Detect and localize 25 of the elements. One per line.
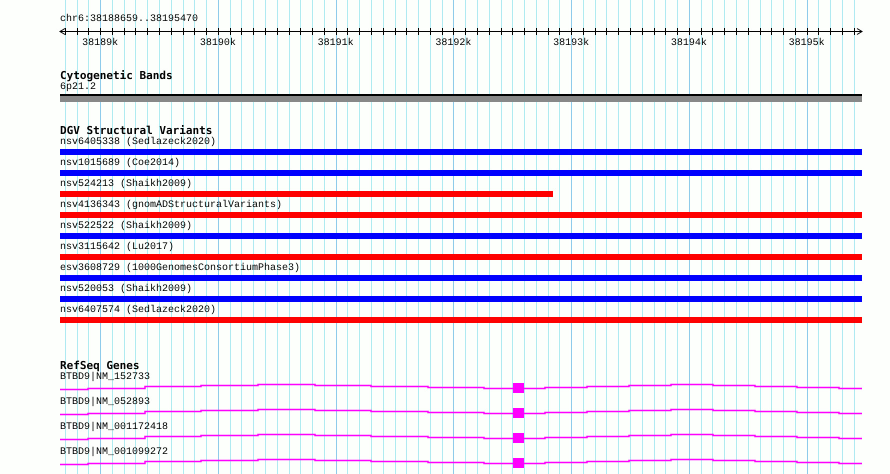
variant-label: nsv524213 (Shaikh2009) [60, 179, 192, 190]
variant-label: nsv522522 (Shaikh2009) [60, 221, 192, 232]
gene-label: BTBD9|NM_001172418 [60, 422, 168, 433]
tick-label: 38195k [788, 38, 825, 49]
tick-label: 38193k [553, 38, 590, 49]
gene-label: BTBD9|NM_052893 [60, 397, 150, 408]
tick-label: 38190k [200, 38, 236, 49]
location-label: chr6:38188659..38195470 [60, 14, 198, 25]
track-title: Cytogenetic Bands [60, 69, 173, 82]
tick-label: 38192k [435, 38, 472, 49]
variant-label: nsv6405338 (Sedlazeck2020) [60, 137, 216, 148]
gene-label: BTBD9|NM_001099272 [60, 447, 168, 458]
band-label: 6p21.2 [60, 82, 96, 93]
variant-label: nsv1015689 (Coe2014) [60, 158, 180, 169]
track-title: DGV Structural Variants [60, 124, 212, 137]
variant-label: nsv4136343 (gnomADStructuralVariants) [60, 200, 282, 211]
tick-label: 38194k [670, 38, 707, 49]
track-title: RefSeq Genes [60, 359, 140, 372]
gene-label: BTBD9|NM_152733 [60, 372, 150, 383]
variant-label: nsv6407574 (Sedlazeck2020) [60, 305, 216, 316]
tick-label: 38191k [318, 38, 354, 49]
variant-label: esv3608729 (1000GenomesConsortiumPhase3) [60, 263, 300, 274]
variant-label: nsv520053 (Shaikh2009) [60, 284, 192, 295]
variant-label: nsv3115642 (Lu2017) [60, 242, 174, 253]
tick-label: 38189k [82, 38, 118, 49]
